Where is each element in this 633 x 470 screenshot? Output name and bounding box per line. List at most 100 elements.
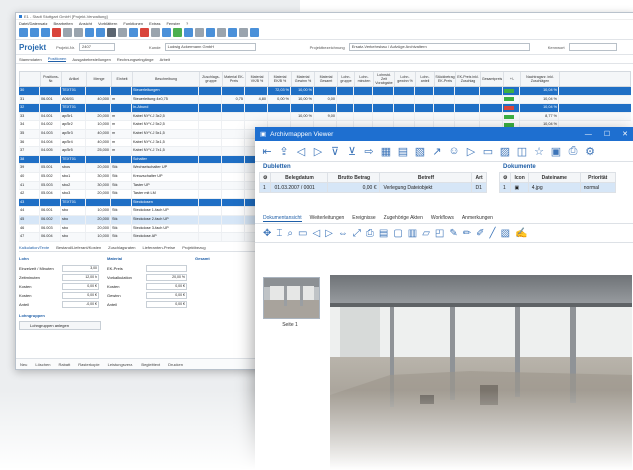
- field-value[interactable]: 0,00 €: [146, 292, 187, 299]
- table-row[interactable]: 32 TEXT01 In-Abund 10,04 %: [19, 104, 631, 113]
- col-icon[interactable]: Icon: [510, 172, 529, 183]
- column-header[interactable]: Zuschlags-gruppe: [200, 72, 223, 86]
- tab-1[interactable]: Positionen: [47, 56, 67, 62]
- field-value[interactable]: [146, 265, 187, 272]
- status-action[interactable]: Neu: [20, 362, 27, 367]
- next-page-icon[interactable]: ▷: [325, 228, 333, 239]
- table-row[interactable]: 33 04.001 ap/5r1 20,000 m Kabel NYY-J 3x2,5 10…: [19, 112, 631, 122]
- copy-icon[interactable]: [74, 28, 83, 37]
- detail-tab[interactable]: Kalkulation/Texte: [19, 245, 49, 250]
- table-row[interactable]: 30 TEXT01 Steuerleitungen 72,03 % 10,00 % 10,…: [19, 87, 631, 96]
- filter-icon[interactable]: [129, 28, 138, 37]
- table-row[interactable]: 31 06.001 A06/01 40,000 m Steuerleitung 4x0,7…: [19, 95, 631, 105]
- status-action[interactable]: Begleittext: [141, 362, 160, 367]
- belegdatum-select[interactable]: 01.03.2007 / 0001: [270, 182, 329, 193]
- compare-icon[interactable]: ▨: [499, 145, 511, 158]
- pen-icon[interactable]: ✏: [463, 228, 471, 239]
- field-value[interactable]: 12,00 h: [62, 274, 99, 281]
- column-header[interactable]: Material EK-Preis: [223, 72, 246, 86]
- field-value[interactable]: 3,00: [62, 265, 99, 272]
- play-icon[interactable]: ▷: [465, 145, 477, 158]
- menu-item[interactable]: ?: [186, 21, 188, 26]
- column-header[interactable]: Lohn-gruppe: [338, 72, 355, 86]
- projekt-nr-field[interactable]: 2407: [79, 43, 116, 51]
- column-header[interactable]: Nachtragsnr. inkl. Zuschlägen: [521, 72, 560, 86]
- settings-icon[interactable]: ⚙: [258, 172, 272, 183]
- col-belegdatum[interactable]: Belegdatum: [270, 172, 329, 183]
- column-header[interactable]: Material Gewinn %: [292, 72, 315, 86]
- detail-tab[interactable]: Zuschlagsraten: [108, 245, 135, 250]
- filter-icon[interactable]: ⊽: [329, 145, 341, 158]
- col-prioritaet[interactable]: Priorität: [579, 172, 616, 183]
- image-edit-icon[interactable]: ▧: [501, 228, 510, 239]
- marker-icon[interactable]: ✐: [476, 228, 484, 239]
- signature-icon[interactable]: ✍: [515, 228, 527, 239]
- calculator-icon[interactable]: [184, 28, 193, 37]
- maximize-icon[interactable]: ☐: [604, 130, 610, 138]
- kennwort-field[interactable]: [568, 43, 617, 51]
- col-art[interactable]: Art: [471, 172, 487, 183]
- status-action[interactable]: Leistungsverz.: [108, 362, 134, 367]
- note-icon[interactable]: ◰: [435, 228, 444, 239]
- forward-doc-icon[interactable]: ⇨: [363, 145, 375, 158]
- tab-2[interactable]: Ausgabebestellungen: [72, 57, 110, 62]
- lock-icon[interactable]: ▢: [393, 228, 402, 239]
- search-icon[interactable]: [118, 28, 127, 37]
- print-icon[interactable]: [107, 28, 116, 37]
- menu-item[interactable]: Datei/Datensatz: [19, 21, 47, 26]
- star-icon[interactable]: ☆: [533, 145, 545, 158]
- image-icon[interactable]: ▧: [414, 145, 426, 158]
- field-value[interactable]: -0,00 €: [62, 301, 99, 308]
- status-action[interactable]: Löschen: [35, 362, 50, 367]
- column-header[interactable]: Lohn-minuten: [355, 72, 374, 86]
- table-icon[interactable]: [151, 28, 160, 37]
- stamp-icon[interactable]: ▥: [408, 228, 417, 239]
- column-header[interactable]: Material EK/B %: [269, 72, 292, 86]
- ok-icon[interactable]: [173, 28, 182, 37]
- column-header[interactable]: Beschreibung: [133, 72, 200, 86]
- menu-item[interactable]: Extras: [149, 21, 160, 26]
- field-value[interactable]: 0,00 €: [146, 301, 187, 308]
- prev-page-icon[interactable]: ◁: [312, 228, 320, 239]
- menu-item[interactable]: Ansicht: [79, 21, 92, 26]
- status-action[interactable]: Rasterkopie: [78, 362, 99, 367]
- viewer-tab[interactable]: Workflows: [431, 215, 454, 221]
- column-header[interactable]: Gesamtpreis: [481, 72, 504, 86]
- tab-3[interactable]: Rechnungseingänge: [117, 57, 154, 62]
- detail-tab[interactable]: Projektbezug: [182, 245, 205, 250]
- layout-icon[interactable]: ▦: [380, 145, 392, 158]
- viewer-tab[interactable]: Anmerkungen: [462, 215, 493, 221]
- detail-tab[interactable]: Bestand/Lieferant/Kosten: [56, 245, 101, 250]
- menu-item[interactable]: Funktionen: [123, 21, 143, 26]
- forward-icon[interactable]: [96, 28, 105, 37]
- table-view-icon[interactable]: ▤: [397, 145, 409, 158]
- menu-item[interactable]: Bearbeiten: [53, 21, 72, 26]
- move-icon[interactable]: ✥: [263, 228, 271, 239]
- next-icon[interactable]: ▷: [312, 145, 324, 158]
- viewer-tab[interactable]: Weiterleitungen: [310, 215, 345, 221]
- column-header[interactable]: Stückbetrag EK-Preis: [435, 72, 456, 86]
- kunde-field[interactable]: Ludwig Ackermann GmbH: [164, 43, 256, 51]
- column-header[interactable]: EK-Preis inkl. Zuschlag: [456, 72, 481, 86]
- viewer-tab[interactable]: Dokumentansicht: [263, 215, 302, 222]
- table-row[interactable]: 1 ▣ 4.jpg normal: [498, 182, 616, 193]
- col-dateiname[interactable]: Dateiname: [527, 172, 581, 183]
- column-header[interactable]: +/-: [504, 72, 521, 86]
- calendar-icon[interactable]: ▣: [550, 145, 562, 158]
- sort-icon[interactable]: [162, 28, 171, 37]
- print-icon[interactable]: ⎙: [567, 145, 579, 158]
- column-header[interactable]: Material Gesamt: [315, 72, 338, 86]
- column-header[interactable]: Positions-Nr.: [41, 72, 62, 86]
- document-icon[interactable]: ▭: [482, 145, 494, 158]
- line-icon[interactable]: ╱: [490, 228, 496, 239]
- split-icon[interactable]: ◫: [516, 145, 528, 158]
- save-icon[interactable]: ▤: [379, 228, 388, 239]
- settings-icon[interactable]: [217, 28, 226, 37]
- list-icon[interactable]: [195, 28, 204, 37]
- upload-icon[interactable]: ⇪: [278, 145, 290, 158]
- fit-page-icon[interactable]: ⤢: [353, 228, 361, 239]
- tab-4[interactable]: Arbeit: [160, 57, 170, 62]
- save-icon[interactable]: [41, 28, 50, 37]
- close-record-icon[interactable]: [140, 28, 149, 37]
- column-header[interactable]: Material VK/B %: [246, 72, 269, 86]
